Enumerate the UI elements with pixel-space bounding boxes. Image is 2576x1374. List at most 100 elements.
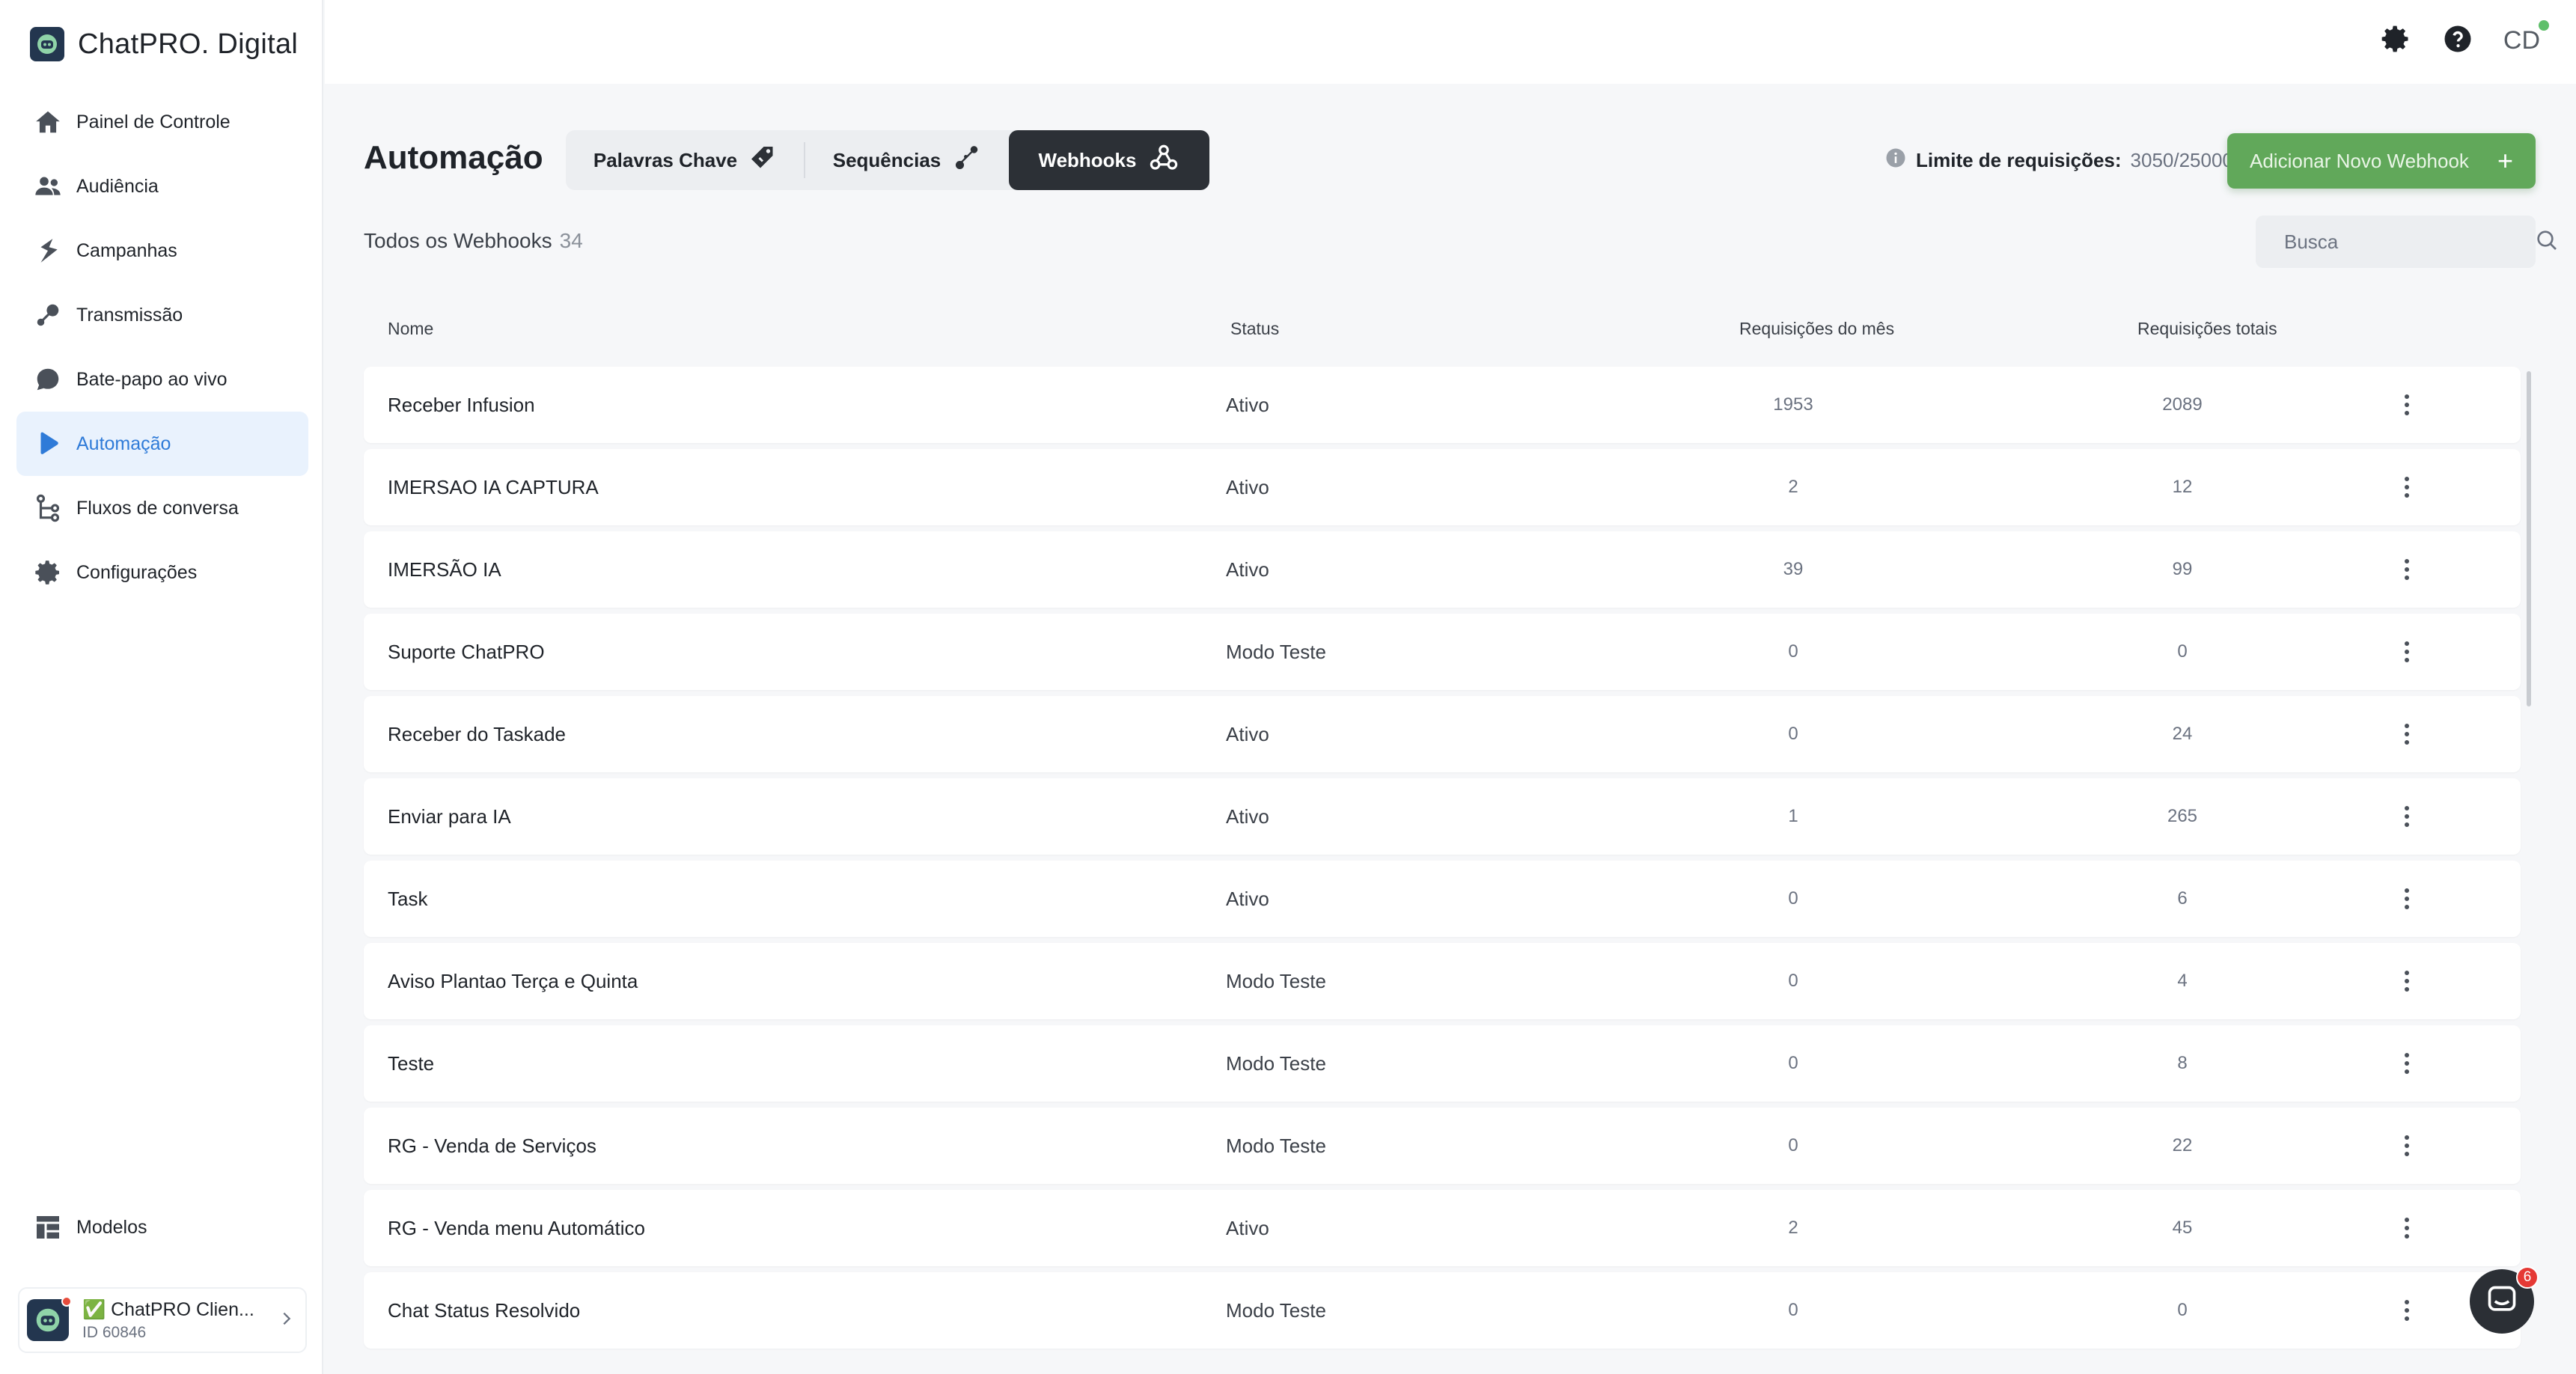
tab-label: Palavras Chave [593,148,738,171]
page-title: Automação [364,139,543,176]
tag-icon [749,144,776,177]
more-options-icon[interactable] [2384,696,2429,772]
sidebar-item-label: Configurações [76,561,198,583]
table-header: Nome Status Requisições do mês Requisiçõ… [364,319,2521,349]
tab-label: Webhooks [1038,148,1137,171]
webhook-status: Modo Teste [1226,1298,1326,1322]
column-header-status[interactable]: Status [1230,319,1279,339]
search-icon[interactable] [2535,228,2559,256]
more-options-icon[interactable] [2384,861,2429,937]
sidebar-item-transmissao[interactable]: Transmissão [16,283,308,347]
more-options-icon[interactable] [2384,449,2429,525]
table-row[interactable]: Teste Modo Teste 0 8 [364,1025,2521,1102]
more-options-icon[interactable] [2384,531,2429,608]
table-row[interactable]: Aviso Plantao Terça e Quinta Modo Teste 0 4 [364,943,2521,1019]
table-row[interactable]: Suporte ChatPRO Modo Teste 0 0 [364,614,2521,690]
campaign-icon [33,236,63,266]
brand-logo-icon [30,27,64,61]
home-icon [33,107,63,137]
search-box[interactable] [2256,216,2557,268]
webhook-status: Modo Teste [1226,969,1326,992]
chat-widget-icon [2485,1283,2518,1320]
webhook-total-requests: 45 [2172,1218,2193,1238]
add-webhook-button[interactable]: Adicionar Novo Webhook + [2227,133,2536,189]
sidebar-item-modelos[interactable]: Modelos [16,1195,308,1260]
brand[interactable]: ChatPRO. Digital [30,27,298,61]
webhook-name[interactable]: IMERSAO IA CAPTURA [388,449,599,525]
webhook-name[interactable]: Suporte ChatPRO [388,614,545,690]
webhook-name[interactable]: Aviso Plantao Terça e Quinta [388,943,638,1019]
webhook-name[interactable]: Teste [388,1025,434,1102]
webhooks-count: 34 [559,229,583,252]
webhook-name[interactable]: Receber do Taskade [388,696,566,772]
table-row[interactable]: Receber do Taskade Ativo 0 24 [364,696,2521,772]
chat-unread-badge: 6 [2516,1266,2539,1289]
table-scrollbar[interactable] [2527,371,2531,706]
tab-palavras-chave[interactable]: Palavras Chave [566,142,805,178]
column-header-nome[interactable]: Nome [388,319,433,339]
table-row[interactable]: IMERSÃO IA Ativo 39 99 [364,531,2521,608]
more-options-icon[interactable] [2384,943,2429,1019]
table-row[interactable]: Receber Infusion Ativo 1953 2089 [364,367,2521,443]
table-row[interactable]: Enviar para IA Ativo 1 265 [364,778,2521,855]
info-icon [1884,147,1907,174]
more-options-icon[interactable] [2384,778,2429,855]
column-header-requisicoes-mes[interactable]: Requisições do mês [1739,319,1894,339]
more-options-icon[interactable] [2384,1108,2429,1184]
webhook-month-requests: 2 [1788,1218,1798,1238]
sidebar-item-audiencia[interactable]: Audiência [16,154,308,219]
sidebar-item-label: Modelos [76,1216,147,1238]
webhook-name[interactable]: RG - Venda menu Automático [388,1190,645,1266]
more-options-icon[interactable] [2384,614,2429,690]
plus-icon: + [2497,145,2513,176]
webhook-month-requests: 0 [1788,1300,1798,1320]
table-row[interactable]: Chat Status Resolvido Modo Teste 0 0 [364,1272,2521,1349]
account-info: ✅ ChatPRO Clien... ID 60846 [82,1299,269,1342]
webhook-name[interactable]: IMERSÃO IA [388,531,501,608]
sidebar-item-label: Transmissão [76,304,183,326]
webhook-name[interactable]: Receber Infusion [388,367,535,443]
help-icon[interactable] [2442,23,2473,58]
users-icon [33,171,63,201]
webhook-total-requests: 0 [2177,1300,2188,1320]
sequence-icon [953,144,981,177]
sidebar-item-campanhas[interactable]: Campanhas [16,219,308,283]
broadcast-icon [33,300,63,330]
sidebar-item-label: Bate-papo ao vivo [76,368,228,390]
more-options-icon[interactable] [2384,1272,2429,1349]
user-avatar[interactable]: CD [2503,20,2549,55]
webhook-status: Ativo [1226,393,1269,416]
webhook-status: Ativo [1226,1216,1269,1239]
webhook-name[interactable]: Chat Status Resolvido [388,1272,580,1349]
column-header-requisicoes-totais[interactable]: Requisições totais [2137,319,2277,339]
sidebar-item-automacao[interactable]: Automação [16,412,308,476]
more-options-icon[interactable] [2384,367,2429,443]
webhook-name[interactable]: Enviar para IA [388,778,511,855]
tab-sequencias[interactable]: Sequências [805,130,1009,190]
automation-icon [33,429,63,459]
chat-widget-button[interactable]: 6 [2470,1266,2539,1334]
settings-gear-icon[interactable] [2379,22,2412,59]
more-options-icon[interactable] [2384,1190,2429,1266]
tab-webhooks[interactable]: Webhooks [1009,130,1209,190]
webhook-month-requests: 0 [1788,971,1798,991]
table-row[interactable]: RG - Venda de Serviços Modo Teste 0 22 [364,1108,2521,1184]
table-row[interactable]: IMERSAO IA CAPTURA Ativo 2 12 [364,449,2521,525]
account-switcher[interactable]: ✅ ChatPRO Clien... ID 60846 [18,1287,307,1353]
sidebar-item-bate-papo[interactable]: Bate-papo ao vivo [16,347,308,412]
sidebar-item-configuracoes[interactable]: Configurações [16,540,308,605]
user-initials: CD [2503,26,2540,55]
search-input[interactable] [2284,230,2535,254]
sidebar-item-painel[interactable]: Painel de Controle [16,90,308,154]
webhook-name[interactable]: RG - Venda de Serviços [388,1108,596,1184]
webhook-name[interactable]: Task [388,861,427,937]
webhook-total-requests: 24 [2172,724,2193,744]
table-row[interactable]: Task Ativo 0 6 [364,861,2521,937]
webhook-status: Ativo [1226,558,1269,581]
add-webhook-label: Adicionar Novo Webhook [2250,149,2469,172]
more-options-icon[interactable] [2384,1025,2429,1102]
table-row[interactable]: RG - Venda menu Automático Ativo 2 45 [364,1190,2521,1266]
webhook-month-requests: 0 [1788,1135,1798,1155]
sidebar-item-fluxos[interactable]: Fluxos de conversa [16,476,308,540]
limit-value: 3050/25000 [2130,149,2233,171]
